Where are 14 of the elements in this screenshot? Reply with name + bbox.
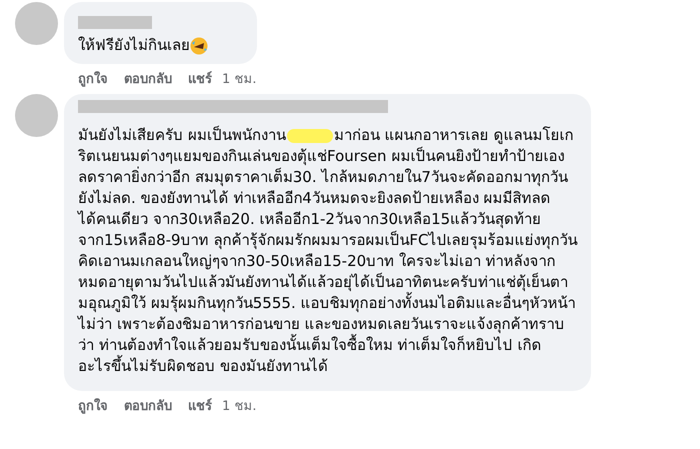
action-link[interactable]: ตอบกลับ (124, 397, 172, 417)
action-link[interactable]: ตอบกลับ (124, 70, 172, 90)
timestamp[interactable]: 1 ชม. (222, 70, 257, 90)
comment-text: มันยังไม่เสียครับ ผมเป็นพนักงาน (78, 125, 286, 146)
action-link[interactable]: แชร์ (188, 397, 212, 417)
comment-text: ริตเนยนมต่างๆแยมของกินเล่นของตุ้แช่Foursen ผมเป็นคนยิงป้ายทำป้ายเอง ลดราคายิ่งกว่าอีก สมมุตราคาเต็ม30. ไกล้หมดภายใน7วันจะคัดออกมาทุกวัน ยังไม่ลด. ของยังทานได้ ท่าเหลืออีก4วันหมดจะยิงลดป้ายเหลือง ผมมีสิทลด ได้คนเดียว จาก30เหลือ20. เหลืออีก1-2วันจาก30เหลือ15แล้ววันสุดท้าย จาก15เหลือ8-9บาท ลุกค้ารุ้จักผมรักผมมารอผมเป็นFCไปเลยรุมร้อมแย่งทุกวัน คิดเอานมเกลอนใหญ่ๆจาก30-50เหลือ15-20บาท ใครจะไม่เอา ท่าหลังจาก หมดอายุตามวันไปแล้วมันยังทานได้แล้วอยุ่ได้เป็นอาทิตนะครับท่าแช่ตุ้เย็นตา มอุณภูมิใว้ ผมรุ้ผมกินทุกวัน5555. แอบชิมทุกอย่างทั้งนมไอติมและอื่นๆหัวหน้า ไม่ว่า เพราะต้องชิมอาหารก่อนขาย และของหมดเลยวันเราจะแจ้งลุกค้าทราบ ว่า ท่านต้องทำใจแล้วยอมรับของนั้นเต็มใจซื้อใหม ท่าเต็มใจก็หยิบไป เกิด อะไรขึ้นไม่รับผิดชอบ ของมันยังทานได้ (78, 146, 578, 377)
comment-text: ให้ฟรียังไม่กินเลย (78, 35, 190, 56)
action-link[interactable]: แชร์ (188, 70, 212, 90)
comment-text: มาก่อน แผนกอาหารเลย ดูแลนมโยเก (334, 125, 574, 146)
avatar[interactable] (15, 94, 58, 137)
timestamp[interactable]: 1 ชม. (222, 397, 257, 417)
avatar[interactable] (15, 2, 58, 45)
action-link[interactable]: ถูกใจ (78, 397, 108, 417)
action-link[interactable]: ถูกใจ (78, 70, 108, 90)
